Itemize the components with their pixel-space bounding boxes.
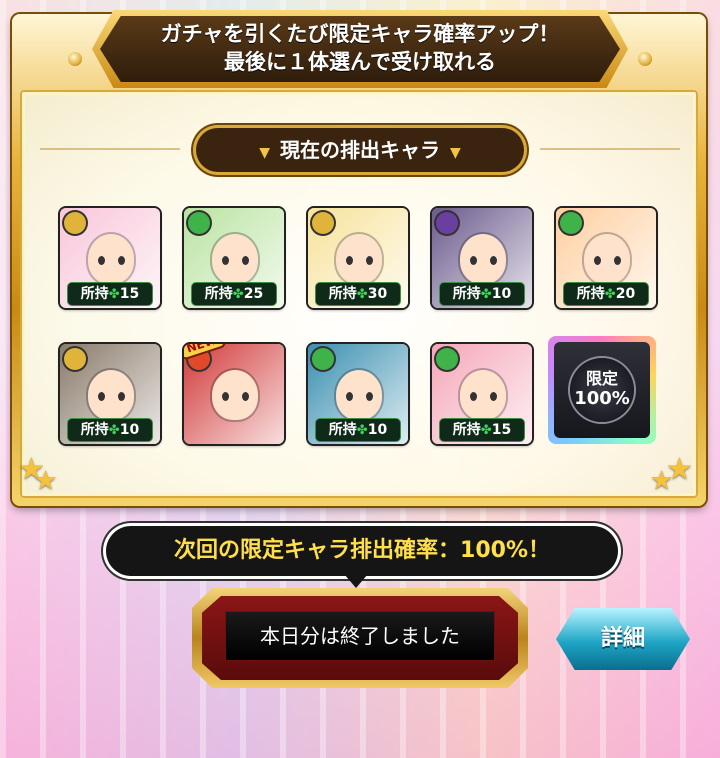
owned-count: 25 bbox=[243, 286, 264, 302]
character-face bbox=[88, 234, 134, 284]
limited-rate-seal: 限定 100% bbox=[570, 358, 634, 422]
limited-percent: 100% bbox=[574, 388, 630, 409]
star-icon: ★ bbox=[34, 466, 58, 496]
section-title-text: 現在の排出キャラ bbox=[280, 138, 440, 162]
rivet-icon bbox=[68, 52, 82, 66]
owned-count: 20 bbox=[615, 286, 636, 302]
owned-count-tag: 所持✤10 bbox=[316, 419, 400, 441]
owned-label: 所持 bbox=[80, 286, 109, 302]
character-face bbox=[336, 370, 382, 420]
dark-element-icon bbox=[436, 212, 458, 234]
owned-count: 30 bbox=[367, 286, 388, 302]
detail-button[interactable]: 詳細 bbox=[556, 608, 690, 670]
character-card[interactable]: 所持✤10 bbox=[308, 344, 408, 444]
character-eye bbox=[222, 392, 229, 401]
owned-count-tag: 所持✤15 bbox=[440, 419, 524, 441]
daily-done-button[interactable]: 本日分は終了しました bbox=[226, 612, 494, 660]
clover-icon: ✤ bbox=[108, 423, 120, 438]
header-line-2: 最後に１体選んで受け取れる bbox=[224, 50, 496, 74]
character-eye bbox=[470, 256, 477, 265]
character-eye bbox=[366, 256, 373, 265]
character-eye bbox=[98, 256, 105, 265]
character-face bbox=[212, 370, 258, 420]
character-card[interactable]: 所持✤20 bbox=[556, 208, 656, 308]
limited-character-card[interactable]: 限定 100% bbox=[548, 336, 656, 444]
light-element-icon bbox=[64, 212, 86, 234]
owned-label: 所持 bbox=[80, 422, 109, 438]
divider bbox=[540, 148, 680, 150]
character-eye bbox=[98, 392, 105, 401]
character-eye bbox=[490, 392, 497, 401]
owned-count: 10 bbox=[367, 422, 388, 438]
wood-element-icon bbox=[436, 348, 458, 370]
character-eye bbox=[490, 256, 497, 265]
owned-count-tag: 所持✤15 bbox=[68, 283, 152, 305]
triangle-down-icon: ▼ bbox=[450, 145, 461, 161]
rivet-icon bbox=[638, 52, 652, 66]
character-card[interactable]: 所持✤10 bbox=[432, 208, 532, 308]
character-card[interactable]: 所持✤30 bbox=[308, 208, 408, 308]
character-eye bbox=[242, 392, 249, 401]
owned-count-tag: 所持✤30 bbox=[316, 283, 400, 305]
owned-label: 所持 bbox=[204, 286, 233, 302]
character-card[interactable]: 所持✤15 bbox=[60, 208, 160, 308]
character-eye bbox=[222, 256, 229, 265]
character-eye bbox=[470, 392, 477, 401]
clover-icon: ✤ bbox=[480, 423, 492, 438]
character-card[interactable]: 所持✤25 bbox=[184, 208, 284, 308]
divider bbox=[40, 148, 180, 150]
star-icon: ★ bbox=[650, 466, 674, 496]
owned-count-tag: 所持✤20 bbox=[564, 283, 648, 305]
wood-element-icon bbox=[188, 212, 210, 234]
owned-label: 所持 bbox=[328, 422, 357, 438]
character-eye bbox=[614, 256, 621, 265]
section-title: ▼ 現在の排出キャラ ▼ bbox=[196, 128, 524, 172]
character-card[interactable]: NEW bbox=[184, 344, 284, 444]
clover-icon: ✤ bbox=[108, 287, 120, 302]
owned-count: 10 bbox=[119, 422, 140, 438]
character-eye bbox=[346, 392, 353, 401]
character-face bbox=[460, 370, 506, 420]
triangle-down-icon: ▼ bbox=[259, 145, 270, 161]
owned-count-tag: 所持✤10 bbox=[68, 419, 152, 441]
character-card[interactable]: 所持✤10 bbox=[60, 344, 160, 444]
wood-element-icon bbox=[312, 348, 334, 370]
owned-label: 所持 bbox=[328, 286, 357, 302]
owned-label: 所持 bbox=[452, 286, 481, 302]
clover-icon: ✤ bbox=[356, 423, 368, 438]
character-eye bbox=[118, 392, 125, 401]
bubble-tail bbox=[344, 574, 368, 588]
light-element-icon bbox=[64, 348, 86, 370]
character-eye bbox=[118, 256, 125, 265]
owned-count: 15 bbox=[119, 286, 140, 302]
character-face bbox=[212, 234, 258, 284]
limited-card-inner: 限定 100% bbox=[554, 342, 650, 438]
character-card[interactable]: 所持✤15 bbox=[432, 344, 532, 444]
character-face bbox=[460, 234, 506, 284]
character-eye bbox=[366, 392, 373, 401]
clover-icon: ✤ bbox=[356, 287, 368, 302]
limited-label: 限定 bbox=[585, 369, 618, 388]
clover-icon: ✤ bbox=[604, 287, 616, 302]
character-eye bbox=[346, 256, 353, 265]
owned-count-tag: 所持✤25 bbox=[192, 283, 276, 305]
owned-count: 15 bbox=[491, 422, 512, 438]
character-face bbox=[88, 370, 134, 420]
owned-label: 所持 bbox=[576, 286, 605, 302]
character-eye bbox=[594, 256, 601, 265]
next-rate-bubble: 次回の限定キャラ排出確率：100%！ bbox=[106, 526, 618, 576]
wood-element-icon bbox=[560, 212, 582, 234]
owned-count-tag: 所持✤10 bbox=[440, 283, 524, 305]
owned-label: 所持 bbox=[452, 422, 481, 438]
header-text: ガチャを引くたび限定キャラ確率アップ！ 最後に１体選んで受け取れる bbox=[100, 20, 620, 76]
clover-icon: ✤ bbox=[232, 287, 244, 302]
character-eye bbox=[242, 256, 249, 265]
character-face bbox=[584, 234, 630, 284]
header-line-1: ガチャを引くたび限定キャラ確率アップ！ bbox=[160, 22, 560, 46]
light-element-icon bbox=[312, 212, 334, 234]
clover-icon: ✤ bbox=[480, 287, 492, 302]
character-face bbox=[336, 234, 382, 284]
owned-count: 10 bbox=[491, 286, 512, 302]
